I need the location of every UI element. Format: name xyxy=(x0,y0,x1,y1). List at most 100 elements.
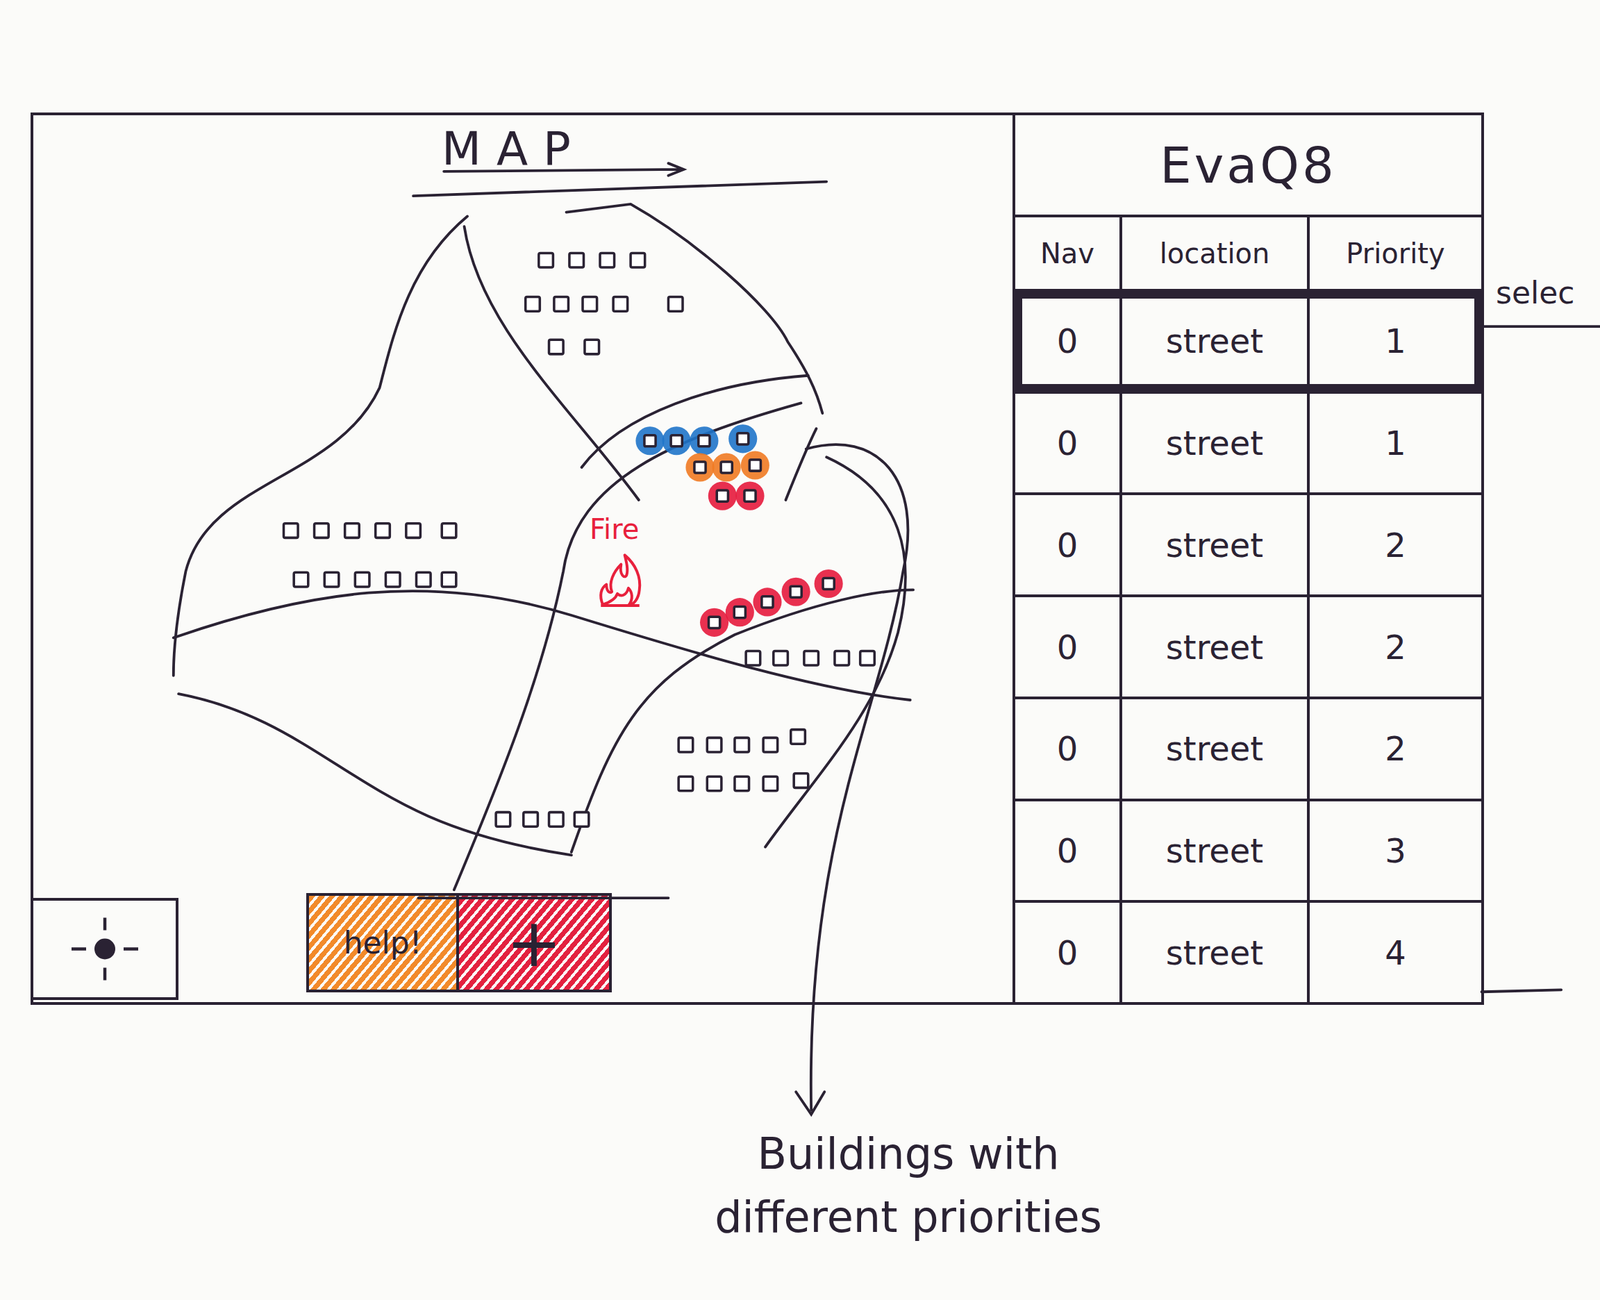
road xyxy=(413,181,827,197)
add-button[interactable]: + xyxy=(459,893,612,993)
building xyxy=(744,490,756,502)
priority-building xyxy=(712,452,741,482)
building xyxy=(678,737,694,753)
priority-cell: 2 xyxy=(1306,597,1482,697)
building xyxy=(790,586,802,598)
building xyxy=(668,297,683,312)
road xyxy=(566,204,823,414)
nav-button[interactable]: 0 xyxy=(1015,393,1120,494)
building xyxy=(706,776,722,791)
panel-title: EvaQ8 xyxy=(1015,115,1482,218)
priority-building xyxy=(752,587,782,616)
priority-cell: 4 xyxy=(1306,902,1482,1003)
building xyxy=(538,252,554,268)
note-arrow xyxy=(806,444,909,1111)
building xyxy=(734,737,750,753)
priority-building xyxy=(662,426,691,455)
fire-shape xyxy=(600,554,640,606)
nav-button[interactable]: 0 xyxy=(1015,495,1120,595)
location-cell: street xyxy=(1119,495,1307,595)
column-header: Priority xyxy=(1306,217,1482,289)
priority-building xyxy=(740,450,770,480)
building xyxy=(745,650,761,666)
priority-building xyxy=(725,597,755,627)
building xyxy=(406,523,421,539)
building xyxy=(375,523,391,539)
location-cell: street xyxy=(1119,699,1307,799)
locate-dot xyxy=(94,938,116,960)
nav-button[interactable]: 0 xyxy=(1015,597,1120,697)
help-label: help! xyxy=(343,927,423,959)
road xyxy=(173,590,911,700)
building xyxy=(720,461,732,473)
building xyxy=(706,737,722,753)
building xyxy=(613,297,628,312)
building xyxy=(584,339,600,355)
fire-icon xyxy=(597,550,644,610)
priority-cell: 1 xyxy=(1306,393,1482,494)
location-cell: street xyxy=(1119,393,1307,494)
building xyxy=(737,433,749,445)
nav-button[interactable]: 0 xyxy=(1015,291,1120,391)
building xyxy=(670,435,682,447)
road xyxy=(443,163,684,176)
building xyxy=(793,773,809,789)
building xyxy=(283,523,298,539)
locate-icon xyxy=(63,912,147,986)
nav-button[interactable]: 0 xyxy=(1015,801,1120,901)
building xyxy=(694,461,706,473)
road xyxy=(178,693,572,855)
priority-cell: 3 xyxy=(1306,801,1482,901)
location-cell: street xyxy=(1119,597,1307,697)
building xyxy=(523,812,539,828)
nav-button[interactable]: 0 xyxy=(1015,699,1120,799)
building xyxy=(495,812,511,828)
location-cell: street xyxy=(1119,902,1307,1003)
building xyxy=(804,650,819,666)
table-header: NavlocationPriority xyxy=(1015,217,1482,289)
building xyxy=(734,606,746,619)
map-title: MAP xyxy=(441,126,587,173)
building xyxy=(324,572,339,587)
table-row[interactable]: 0street2 xyxy=(1015,594,1482,697)
table-row[interactable]: 0street1 xyxy=(1015,288,1482,391)
table-row[interactable]: 0street2 xyxy=(1015,492,1482,595)
building xyxy=(600,252,615,268)
road xyxy=(173,216,468,676)
table-row[interactable]: 0street2 xyxy=(1015,696,1482,799)
locate-ticks xyxy=(71,918,139,981)
road xyxy=(464,226,639,500)
building xyxy=(773,650,789,666)
building xyxy=(749,459,761,471)
table-row[interactable]: 0street1 xyxy=(1015,390,1482,494)
priority-building xyxy=(781,577,811,607)
priority-cell: 1 xyxy=(1306,291,1482,391)
road xyxy=(765,456,906,847)
app-frame: EvaQ8NavlocationPriority0street10street1… xyxy=(30,112,1485,1005)
priority-building xyxy=(814,569,844,598)
building xyxy=(569,252,585,268)
road xyxy=(571,589,914,853)
priority-cell: 2 xyxy=(1306,495,1482,595)
fire-label: Fire xyxy=(589,515,639,544)
building xyxy=(790,729,806,745)
table-row[interactable]: 0street4 xyxy=(1015,900,1482,1003)
building xyxy=(734,776,750,791)
building xyxy=(678,776,694,791)
buildings-note: Buildings with xyxy=(561,1132,1256,1176)
help-button[interactable]: help! xyxy=(306,893,460,993)
arrow-head xyxy=(795,1091,825,1114)
map-panel[interactable] xyxy=(33,115,1016,1003)
priority-cell: 2 xyxy=(1306,699,1482,799)
table-row[interactable]: 0street3 xyxy=(1015,798,1482,901)
building xyxy=(441,572,457,587)
building xyxy=(763,737,778,753)
building xyxy=(549,339,564,355)
nav-button[interactable]: 0 xyxy=(1015,902,1120,1003)
building xyxy=(763,776,778,791)
buildings-note: different priorities xyxy=(561,1195,1256,1239)
building xyxy=(385,572,400,587)
priority-building xyxy=(635,426,664,455)
locate-button[interactable] xyxy=(30,897,179,1000)
building xyxy=(644,435,656,447)
